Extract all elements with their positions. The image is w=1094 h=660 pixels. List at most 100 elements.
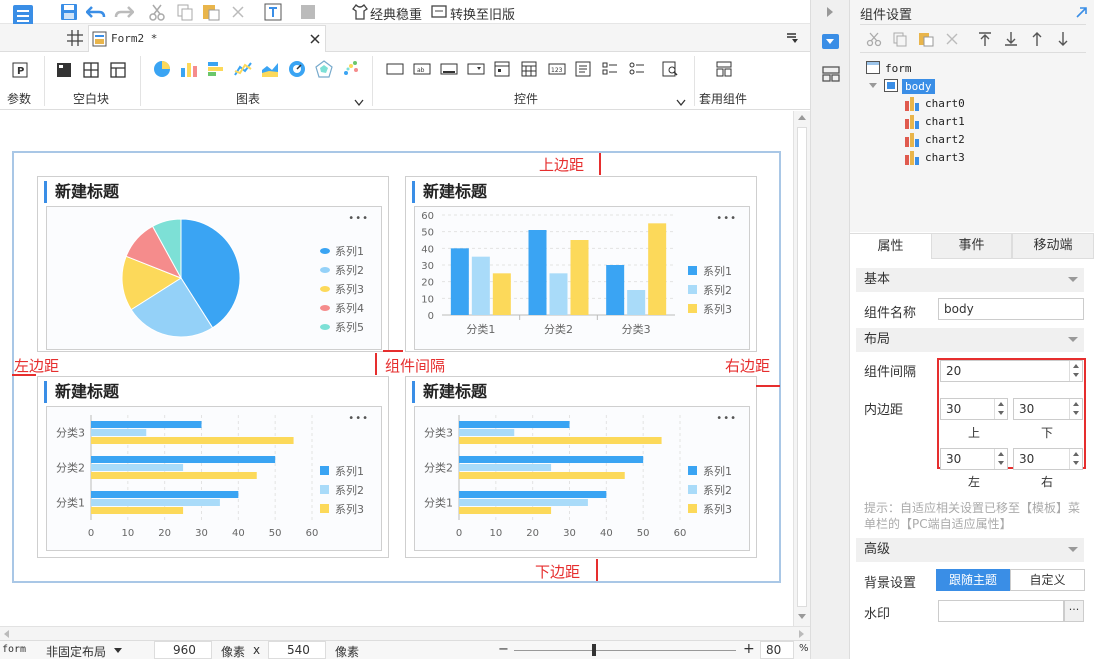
classic-theme-button[interactable]: 经典稳重 bbox=[370, 4, 422, 23]
date-widget-icon[interactable] bbox=[494, 60, 510, 81]
bar-chart-icon[interactable] bbox=[180, 60, 198, 81]
text-format-icon[interactable] bbox=[264, 3, 282, 24]
width-input[interactable]: 960 bbox=[154, 641, 212, 659]
close-tab-icon[interactable] bbox=[309, 33, 321, 48]
number-widget-icon[interactable]: 123 bbox=[548, 62, 566, 79]
redo-icon[interactable] bbox=[114, 3, 135, 24]
expand-node-icon[interactable] bbox=[869, 83, 877, 88]
tab-form2[interactable]: Form2 * bbox=[88, 25, 326, 52]
textarea-widget-icon[interactable] bbox=[575, 60, 591, 81]
parameter-icon[interactable]: P bbox=[12, 62, 28, 81]
layout-tab-icon[interactable] bbox=[822, 66, 840, 85]
section-basic[interactable]: 基本 bbox=[856, 268, 1084, 292]
button-widget-icon[interactable] bbox=[440, 62, 458, 79]
chart1-card[interactable]: 新建标题 ••• 0 10 20 30 40 50 60 分类1 分类2 分类3 系列1 系列2 系列3 bbox=[405, 176, 757, 352]
pie-chart-icon[interactable] bbox=[153, 60, 171, 81]
zoom-input[interactable]: 80 bbox=[760, 641, 794, 659]
switch-old-version-button[interactable]: 转换至旧版 bbox=[450, 4, 515, 23]
absolute-block-icon[interactable] bbox=[110, 62, 126, 81]
scatter-chart-icon[interactable] bbox=[342, 60, 360, 81]
scroll-right-icon[interactable] bbox=[799, 630, 804, 638]
horizontal-scrollbar[interactable] bbox=[0, 626, 810, 640]
grid-view-icon[interactable] bbox=[66, 29, 84, 50]
label-widget-icon[interactable]: ab bbox=[413, 62, 431, 79]
scroll-thumb[interactable] bbox=[797, 127, 807, 607]
gap-input[interactable]: 20 bbox=[940, 360, 1083, 382]
paste-icon[interactable] bbox=[202, 3, 220, 24]
tree-node-chart1[interactable]: chart1 bbox=[925, 115, 965, 128]
chart2-card[interactable]: 新建标题 ••• 0 10 20 30 40 50 60 分类1 分类2 分类3 系列1 系列2 系列3 bbox=[37, 376, 389, 558]
scroll-left-icon[interactable] bbox=[4, 630, 9, 638]
bg-follow-theme-button[interactable]: 跟随主题 bbox=[936, 569, 1010, 591]
tab-properties[interactable]: 属性 bbox=[850, 233, 931, 259]
blank-block-icon[interactable] bbox=[56, 62, 72, 81]
cut-icon[interactable] bbox=[866, 31, 882, 50]
tree-node-form[interactable]: form bbox=[885, 62, 912, 75]
tree-widget-icon[interactable] bbox=[662, 60, 678, 81]
checkbox-widget-icon[interactable] bbox=[602, 60, 618, 81]
padding-top-input[interactable]: 30 bbox=[940, 398, 1008, 420]
vertical-scrollbar[interactable] bbox=[793, 111, 810, 626]
apply-component-icon[interactable] bbox=[716, 60, 732, 81]
padding-right-spinner[interactable] bbox=[1069, 449, 1082, 469]
move-top-icon[interactable] bbox=[978, 31, 992, 50]
tree-node-body[interactable]: body bbox=[902, 79, 935, 94]
radar-chart-icon[interactable] bbox=[315, 60, 333, 81]
gauge-chart-icon[interactable] bbox=[288, 60, 306, 81]
component-name-input[interactable]: body bbox=[938, 298, 1084, 320]
scroll-up-icon[interactable] bbox=[798, 115, 806, 120]
expand-panel-icon[interactable] bbox=[1076, 6, 1088, 21]
copy-icon[interactable] bbox=[176, 3, 194, 24]
chart0-plot[interactable]: ••• 系列1 系列2 系列3 系列4 系列5 bbox=[46, 206, 382, 350]
watermark-input[interactable] bbox=[938, 600, 1064, 622]
chart3-plot[interactable]: ••• 0 10 20 30 40 50 60 分类1 分类2 分类3 系列1 系列2 系列3 bbox=[414, 406, 750, 551]
chart3-card[interactable]: 新建标题 ••• 0 10 20 30 40 50 60 分类1 分类2 分类3 系列1 系列2 系列3 bbox=[405, 376, 757, 558]
line-chart-icon[interactable] bbox=[234, 60, 252, 81]
paste-icon[interactable] bbox=[918, 31, 934, 50]
layout-mode-select[interactable]: 非固定布局 bbox=[46, 643, 106, 660]
chevron-down-icon[interactable] bbox=[114, 648, 122, 653]
tree-node-chart0[interactable]: chart0 bbox=[925, 97, 965, 110]
bg-custom-button[interactable]: 自定义 bbox=[1010, 569, 1085, 591]
zoom-out-button[interactable]: − bbox=[498, 642, 509, 657]
chart2-plot[interactable]: ••• 0 10 20 30 40 50 60 分类1 分类2 分类3 系列1 系列2 系列3 bbox=[46, 406, 382, 551]
section-layout[interactable]: 布局 bbox=[856, 328, 1084, 352]
move-up-icon[interactable] bbox=[1030, 31, 1044, 50]
charts-expand-icon[interactable] bbox=[354, 96, 364, 110]
watermark-more-button[interactable]: ··· bbox=[1064, 600, 1084, 622]
tab-events[interactable]: 事件 bbox=[931, 233, 1012, 259]
save-icon[interactable] bbox=[60, 3, 78, 24]
delete-icon[interactable] bbox=[230, 3, 246, 24]
undo-icon[interactable] bbox=[85, 3, 106, 24]
tree-node-chart2[interactable]: chart2 bbox=[925, 133, 965, 146]
padding-bottom-spinner[interactable] bbox=[1069, 399, 1082, 419]
widgets-expand-icon[interactable] bbox=[676, 96, 686, 110]
copy-icon[interactable] bbox=[892, 31, 908, 50]
padding-left-input[interactable]: 30 bbox=[940, 448, 1008, 470]
shirt-icon[interactable] bbox=[352, 3, 368, 24]
textbox-widget-icon[interactable] bbox=[386, 62, 404, 79]
scroll-down-icon[interactable] bbox=[798, 614, 806, 619]
chart0-card[interactable]: 新建标题 ••• 系列1 系列2 系列3 系列4 系列5 bbox=[37, 176, 389, 352]
image-icon[interactable] bbox=[300, 3, 316, 24]
section-advanced[interactable]: 高级 bbox=[856, 538, 1084, 562]
component-settings-tab-icon[interactable] bbox=[822, 34, 839, 49]
tab-block-icon[interactable] bbox=[83, 62, 99, 81]
area-chart-icon[interactable] bbox=[261, 60, 279, 81]
move-bottom-icon[interactable] bbox=[1004, 31, 1018, 50]
zoom-in-button[interactable]: + bbox=[743, 641, 755, 657]
hbar-chart-icon[interactable] bbox=[207, 60, 225, 81]
padding-right-input[interactable]: 30 bbox=[1013, 448, 1083, 470]
dropdown-menu-icon[interactable] bbox=[786, 32, 800, 47]
tree-node-chart3[interactable]: chart3 bbox=[925, 151, 965, 164]
tab-mobile[interactable]: 移动端 bbox=[1012, 233, 1094, 259]
dropdown-widget-icon[interactable] bbox=[467, 62, 485, 79]
padding-left-spinner[interactable] bbox=[994, 449, 1007, 469]
height-input[interactable]: 540 bbox=[268, 641, 326, 659]
zoom-slider-handle[interactable] bbox=[592, 644, 596, 656]
radio-widget-icon[interactable] bbox=[629, 60, 645, 81]
padding-bottom-input[interactable]: 30 bbox=[1013, 398, 1083, 420]
calendar-widget-icon[interactable] bbox=[521, 60, 537, 81]
delete-icon[interactable] bbox=[944, 31, 960, 50]
zoom-slider[interactable] bbox=[514, 650, 736, 651]
